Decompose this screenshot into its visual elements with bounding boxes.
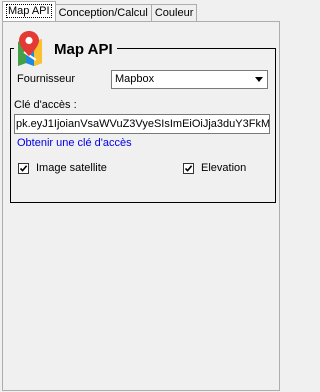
elevation-checkbox[interactable] [183, 162, 194, 174]
tab-map-api[interactable]: Map API [2, 1, 56, 21]
tab-conception-calcul[interactable]: Conception/Calcul [54, 4, 152, 21]
access-key-field[interactable] [14, 114, 270, 134]
satellite-label: Image satellite [36, 162, 107, 174]
provider-selected-value: Mapbox [115, 73, 155, 85]
elevation-option[interactable]: Elevation [183, 162, 246, 174]
elevation-label: Elevation [201, 162, 247, 174]
groupbox-legend: Map API [14, 30, 117, 66]
tab-map-api-label: Map API [6, 4, 52, 18]
tab-strip: Map API Conception/Calcul Couleur [2, 1, 198, 21]
chevron-down-icon[interactable] [251, 71, 267, 88]
tab-couleur-label: Couleur [154, 7, 194, 19]
checkmark-icon [19, 164, 28, 172]
groupbox-title: Map API [54, 40, 113, 58]
tab-page: Map API Fournisseur Mapbox Clé d'accès :… [2, 21, 280, 391]
tab-conception-calcul-label: Conception/Calcul [58, 7, 148, 19]
map-pin-icon [18, 31, 42, 66]
tab-couleur[interactable]: Couleur [150, 4, 198, 21]
satellite-checkbox[interactable] [18, 162, 29, 174]
provider-label: Fournisseur [17, 73, 76, 85]
access-key-input[interactable] [15, 115, 269, 133]
checkmark-icon [184, 164, 193, 172]
satellite-option[interactable]: Image satellite [18, 162, 107, 174]
get-access-key-link[interactable]: Obtenir une clé d'accès [17, 137, 132, 149]
access-key-label: Clé d'accès : [14, 99, 77, 111]
provider-dropdown[interactable]: Mapbox [111, 70, 268, 89]
